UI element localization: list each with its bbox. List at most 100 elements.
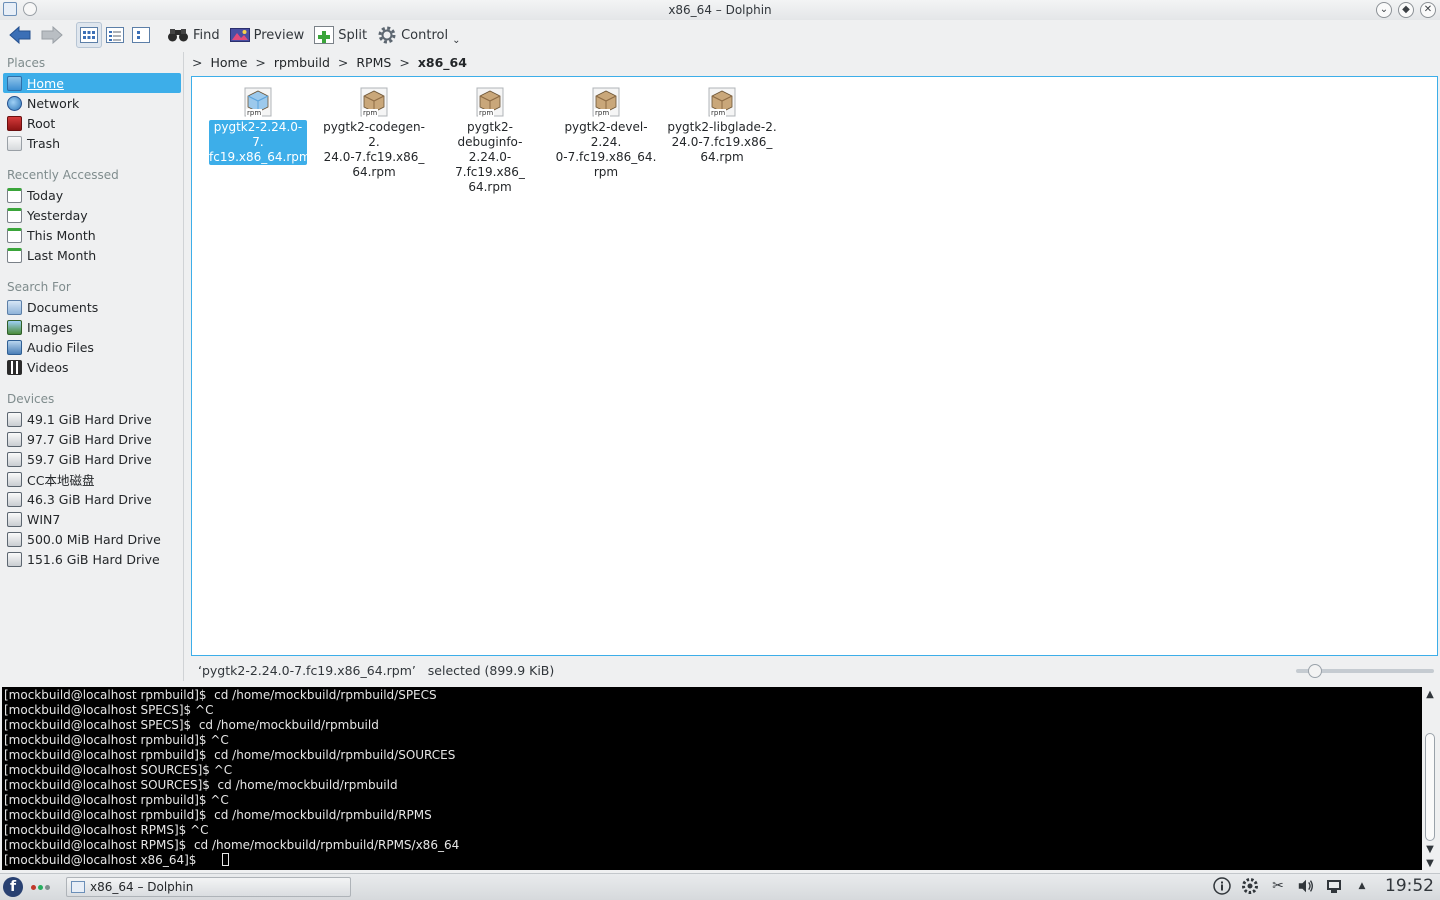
file-view[interactable]: rpm pygtk2-2.24.0-7. fc19.x86_64.rpm rpm p… — [191, 76, 1438, 656]
places-item-root[interactable]: Root — [2, 113, 183, 133]
places-item-label: 500.0 MiB Hard Drive — [27, 531, 161, 547]
places-item-audio-files[interactable]: Audio Files — [2, 337, 183, 357]
terminal-prompt: [mockbuild@localhost x86_64]$ — [4, 853, 197, 867]
breadcrumb-home[interactable]: Home — [208, 55, 249, 70]
find-button[interactable]: Find — [162, 22, 225, 48]
file-item[interactable]: rpm pygtk2-libglade-2. 24.0-7.fc19.x86_ 6… — [664, 85, 780, 165]
places-item-documents[interactable]: Documents — [2, 297, 183, 317]
file-name: pygtk2-devel-2.24. 0-7.fc19.x86_64. rpm — [555, 120, 657, 179]
scissors-icon[interactable]: ✂ — [1269, 877, 1287, 895]
activities-icon[interactable] — [31, 885, 50, 890]
chevron-right-icon[interactable]: > — [397, 55, 411, 70]
hard-drive-icon — [7, 411, 22, 427]
icons-view-button[interactable] — [76, 22, 102, 48]
tray-expand-icon[interactable]: ▲ — [1353, 877, 1371, 895]
places-item-label: CC本地磁盘 — [27, 472, 95, 488]
places-item-yesterday[interactable]: Yesterday — [2, 205, 183, 225]
terminal-line: [mockbuild@localhost SOURCES]$ cd /home/… — [4, 778, 398, 792]
zoom-slider[interactable] — [1296, 664, 1434, 678]
hard-drive-icon — [7, 451, 22, 467]
images-icon — [7, 319, 22, 335]
control-button[interactable]: Control ⌄ — [372, 22, 465, 48]
places-item-151-6-gib-hard-drive[interactable]: 151.6 GiB Hard Drive — [2, 549, 183, 569]
breadcrumb-x86-64[interactable]: x86_64 — [416, 55, 469, 70]
terminal-prompt-line[interactable]: [mockbuild@localhost x86_64]$ — [4, 853, 1420, 868]
places-item-this-month[interactable]: This Month — [2, 225, 183, 245]
binoculars-icon — [168, 29, 188, 42]
places-item-cc[interactable]: CC本地磁盘 — [2, 469, 183, 489]
places-item-trash[interactable]: Trash — [2, 133, 183, 153]
rpm-badge: rpm — [710, 109, 727, 117]
file-item[interactable]: rpm pygtk2-devel-2.24. 0-7.fc19.x86_64. r… — [548, 85, 664, 180]
breadcrumb-rpmbuild[interactable]: rpmbuild — [272, 55, 332, 70]
file-item[interactable]: rpm pygtk2-codegen-2. 24.0-7.fc19.x86_ 64… — [316, 85, 432, 180]
terminal-scrollbar[interactable]: ▲ ▼ ▼ — [1422, 687, 1438, 870]
window-menu-icon[interactable] — [3, 2, 17, 16]
clock[interactable]: 19:52 — [1385, 876, 1434, 896]
hard-drive-icon — [7, 511, 22, 527]
places-item-today[interactable]: Today — [2, 185, 183, 205]
volume-icon[interactable] — [1297, 877, 1315, 895]
calendar-icon — [7, 187, 22, 203]
details-view-button[interactable] — [128, 22, 154, 48]
places-item-59-7-gib-hard-drive[interactable]: 59.7 GiB Hard Drive — [2, 449, 183, 469]
scroll-down-end-icon[interactable]: ▼ — [1422, 856, 1438, 870]
maximize-button[interactable]: ◆ — [1398, 2, 1414, 18]
application-launcher-button[interactable]: f — [3, 877, 23, 897]
folder-window-icon — [71, 881, 85, 893]
settings-icon[interactable] — [1241, 877, 1259, 895]
places-item-label: 151.6 GiB Hard Drive — [27, 551, 160, 567]
places-item-46-3-gib-hard-drive[interactable]: 46.3 GiB Hard Drive — [2, 489, 183, 509]
close-button[interactable]: ✕ — [1420, 2, 1436, 18]
breadcrumb-rpms[interactable]: RPMS — [354, 55, 393, 70]
arrow-left-icon — [9, 26, 31, 44]
task-dolphin[interactable]: x86_64 – Dolphin — [66, 877, 351, 897]
gear-icon — [378, 26, 396, 44]
terminal-line: [mockbuild@localhost RPMS]$ cd /home/moc… — [4, 838, 460, 852]
preview-button[interactable]: Preview — [225, 22, 310, 48]
file-item[interactable]: rpm pygtk2-debuginfo- 2.24.0-7.fc19.x86_ … — [432, 85, 548, 195]
places-item-images[interactable]: Images — [2, 317, 183, 337]
places-item-last-month[interactable]: Last Month — [2, 245, 183, 265]
audio-icon — [7, 339, 22, 355]
minimize-button[interactable]: ⌄ — [1376, 2, 1392, 18]
scroll-up-icon[interactable]: ▲ — [1422, 687, 1438, 701]
places-item-label: 46.3 GiB Hard Drive — [27, 491, 152, 507]
places-item-win7[interactable]: WIN7 — [2, 509, 183, 529]
network-tray-icon[interactable] — [1325, 877, 1343, 895]
info-icon[interactable] — [1213, 877, 1231, 895]
chevron-right-icon[interactable]: > — [253, 55, 267, 70]
split-button[interactable]: Split — [309, 22, 372, 48]
places-item-49-1-gib-hard-drive[interactable]: 49.1 GiB Hard Drive — [2, 409, 183, 429]
forward-button[interactable] — [36, 22, 68, 48]
zoom-slider-handle[interactable] — [1308, 664, 1323, 678]
split-view-icon — [314, 26, 335, 44]
chevron-right-icon[interactable]: > — [336, 55, 350, 70]
terminal-panel[interactable]: [mockbuild@localhost rpmbuild]$ cd /home… — [2, 687, 1422, 870]
places-item-videos[interactable]: Videos — [2, 357, 183, 377]
places-item-label: Videos — [27, 359, 69, 375]
network-icon — [7, 95, 22, 111]
terminal-line: [mockbuild@localhost rpmbuild]$ cd /home… — [4, 748, 456, 762]
places-item-500-0-mib-hard-drive[interactable]: 500.0 MiB Hard Drive — [2, 529, 183, 549]
taskbar: f x86_64 – Dolphin ✂ ▲ 19:52 — [0, 873, 1440, 900]
places-item-97-7-gib-hard-drive[interactable]: 97.7 GiB Hard Drive — [2, 429, 183, 449]
rpm-badge: rpm — [594, 109, 611, 117]
places-item-network[interactable]: Network — [2, 93, 183, 113]
places-item-home[interactable]: Home — [3, 73, 181, 93]
pin-icon[interactable] — [23, 2, 37, 16]
chevron-right-icon[interactable]: > — [190, 55, 204, 70]
file-item[interactable]: rpm pygtk2-2.24.0-7. fc19.x86_64.rpm — [200, 85, 316, 165]
compact-view-button[interactable] — [102, 22, 128, 48]
scroll-down-icon[interactable]: ▼ — [1422, 842, 1438, 856]
window-titlebar[interactable]: x86_64 – Dolphin ⌄ ◆ ✕ — [0, 0, 1440, 20]
trash-icon — [7, 135, 22, 151]
hard-drive-icon — [7, 531, 22, 547]
places-item-label: Audio Files — [27, 339, 94, 355]
back-button[interactable] — [4, 22, 36, 48]
task-label: x86_64 – Dolphin — [90, 880, 194, 894]
rpm-package-icon: rpm — [708, 87, 736, 117]
places-item-label: Trash — [27, 135, 61, 151]
scrollbar-thumb[interactable] — [1425, 733, 1435, 841]
places-item-label: 97.7 GiB Hard Drive — [27, 431, 152, 447]
